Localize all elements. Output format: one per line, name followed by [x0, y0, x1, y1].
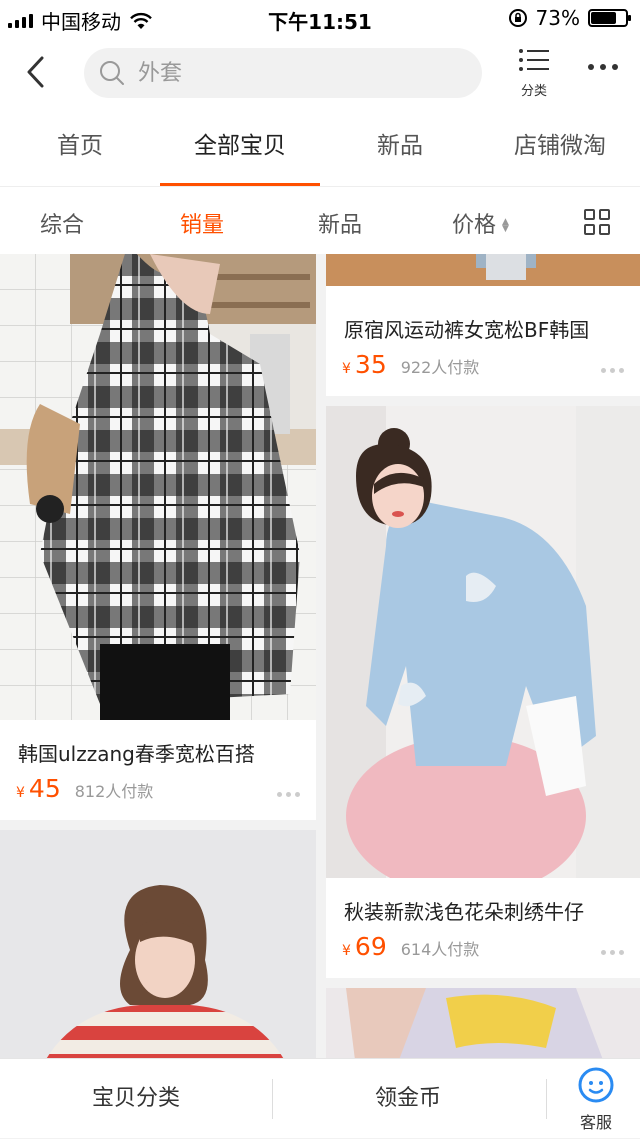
sales-count: 812人付款 — [74, 782, 154, 801]
product-image — [326, 988, 640, 1060]
customer-service-button[interactable]: 客服 — [566, 1067, 626, 1133]
product-card[interactable] — [0, 830, 316, 1060]
product-card[interactable]: 韩国ulzzang春季宽松百搭 ¥ 45 812人付款 — [0, 254, 316, 820]
more-dots-icon[interactable] — [277, 792, 300, 797]
battery-percent: 73% — [535, 6, 580, 30]
product-price: 45 — [28, 774, 61, 803]
category-label: 分类 — [520, 84, 547, 99]
sales-count: 922人付款 — [400, 358, 480, 377]
product-image — [0, 830, 316, 1060]
product-card[interactable]: 秋装新款浅色花朵刺绣牛仔 ¥ 69 614人付款 — [326, 406, 640, 978]
list-icon — [519, 49, 549, 71]
get-coins-button[interactable]: 领金币 — [272, 1059, 544, 1139]
more-dots-icon[interactable] — [601, 950, 624, 955]
category-button[interactable]: 分类 — [512, 46, 556, 99]
product-price: 35 — [354, 350, 387, 379]
product-image — [0, 254, 316, 720]
sales-count: 614人付款 — [400, 940, 480, 959]
customer-service-icon — [578, 1067, 614, 1103]
currency-symbol: ¥ — [16, 785, 25, 801]
more-dots-icon[interactable] — [601, 368, 624, 373]
sort-bar: 综合 销量 新品 价格 ▲ ▼ — [0, 186, 640, 254]
search-input[interactable] — [138, 60, 438, 86]
currency-symbol: ¥ — [342, 943, 351, 959]
status-bar: 中国移动 下午11:51 73% — [0, 0, 640, 36]
product-title: 原宿风运动裤女宽松BF韩国 — [344, 318, 590, 342]
product-card[interactable] — [326, 988, 640, 1060]
battery-icon — [588, 9, 631, 27]
tab-all-items[interactable]: 全部宝贝 — [160, 108, 320, 186]
currency-symbol: ¥ — [342, 361, 351, 377]
price-row: ¥ 45 812人付款 — [16, 774, 153, 803]
sort-arrows-icon: ▲ ▼ — [502, 217, 509, 234]
grid-view-icon[interactable] — [584, 209, 610, 235]
tab-weitao[interactable]: 店铺微淘 — [480, 108, 640, 186]
sort-price[interactable]: 价格 ▲ ▼ — [452, 207, 509, 239]
sort-price-label: 价格 — [452, 213, 497, 238]
shop-tabs: 首页 全部宝贝 新品 店铺微淘 — [0, 108, 640, 186]
item-category-button[interactable]: 宝贝分类 — [0, 1059, 272, 1139]
price-row: ¥ 35 922人付款 — [342, 350, 479, 379]
tab-new[interactable]: 新品 — [320, 108, 480, 186]
sort-overall[interactable]: 综合 — [40, 207, 84, 239]
product-feed: 韩国ulzzang春季宽松百搭 ¥ 45 812人付款 原宿风运动裤女宽松BF韩… — [0, 254, 640, 1060]
sort-sales[interactable]: 销量 — [180, 207, 224, 239]
search-icon — [100, 61, 124, 85]
status-right: 73% — [508, 6, 631, 30]
customer-service-label: 客服 — [579, 1113, 612, 1132]
bottom-bar: 宝贝分类 领金币 客服 — [0, 1058, 640, 1138]
tab-home[interactable]: 首页 — [0, 108, 160, 186]
product-image — [326, 254, 640, 286]
divider — [546, 1079, 547, 1119]
sort-new[interactable]: 新品 — [318, 207, 362, 239]
product-image — [326, 406, 640, 878]
product-card[interactable]: 原宿风运动裤女宽松BF韩国 ¥ 35 922人付款 — [326, 254, 640, 396]
header: 分类 — [0, 36, 640, 108]
product-title: 秋装新款浅色花朵刺绣牛仔 — [344, 900, 584, 924]
search-bar[interactable] — [84, 48, 482, 98]
product-title: 韩国ulzzang春季宽松百搭 — [18, 742, 255, 766]
more-icon[interactable] — [588, 64, 618, 70]
product-price: 69 — [354, 932, 387, 961]
price-row: ¥ 69 614人付款 — [342, 932, 479, 961]
rotation-lock-icon — [508, 9, 527, 27]
back-chevron-icon[interactable] — [22, 54, 52, 90]
